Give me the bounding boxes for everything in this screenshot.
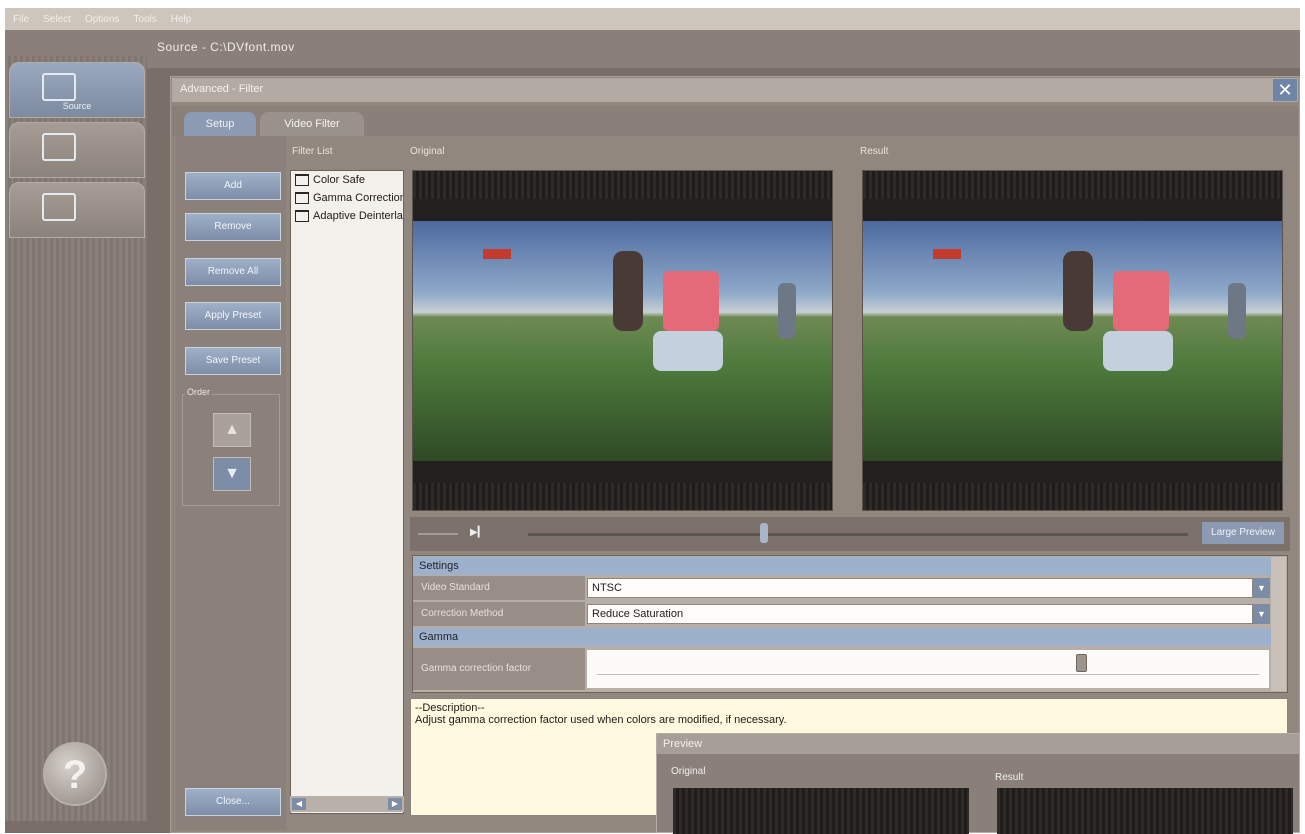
float-original-preview xyxy=(673,788,969,834)
result-label: Result xyxy=(860,146,889,157)
filter-gamma-correction: Gamma Correction xyxy=(313,192,403,204)
add-button[interactable]: Add xyxy=(185,172,281,200)
filter-buttons-panel: Add Remove Remove All Apply Preset Save … xyxy=(176,136,286,830)
close-icon: ✕ xyxy=(1277,80,1293,100)
help-button[interactable]: ? xyxy=(43,742,107,806)
large-preview-button[interactable]: Large Preview xyxy=(1202,522,1284,544)
correction-method-row: Correction Method Reduce Saturation ▼ xyxy=(413,602,1271,626)
source-icon xyxy=(42,73,76,101)
nav-output-button[interactable] xyxy=(9,182,145,238)
menu-select[interactable]: Select xyxy=(43,14,71,25)
settings-header: Settings xyxy=(413,557,1271,575)
film-strip-top xyxy=(413,171,832,199)
list-item[interactable]: Gamma Correction xyxy=(291,189,403,207)
gamma-slider[interactable] xyxy=(587,650,1269,688)
folder-icon xyxy=(295,192,309,204)
description-label: --Description-- xyxy=(415,702,485,714)
window-titlebar: Source - C:\DVfont.mov xyxy=(5,30,1300,68)
menu-tools[interactable]: Tools xyxy=(133,14,156,25)
chevron-down-icon[interactable]: ▼ xyxy=(1253,604,1270,624)
float-original-label: Original xyxy=(671,766,706,777)
list-item[interactable]: Adaptive Deinterlace xyxy=(291,207,403,225)
dialog-titlebar: Advanced - Filter xyxy=(172,78,1298,102)
original-preview xyxy=(412,170,833,511)
move-down-button[interactable]: ▼ xyxy=(213,457,251,491)
dialog-title: Advanced - Filter xyxy=(180,83,264,95)
folder-icon xyxy=(295,210,309,222)
description-text: Adjust gamma correction factor used when… xyxy=(415,714,787,726)
gamma-label: Gamma correction factor xyxy=(413,648,585,690)
play-icon[interactable]: ▶▎ xyxy=(470,527,485,538)
filter-list-scrollbar[interactable]: ◀ ▶ xyxy=(290,796,404,812)
move-up-button[interactable]: ▲ xyxy=(213,413,251,447)
result-frame-image xyxy=(863,221,1282,461)
video-standard-label: Video Standard xyxy=(413,576,585,600)
gamma-row: Gamma correction factor xyxy=(413,648,1271,690)
correction-method-select[interactable]: Reduce Saturation xyxy=(587,604,1253,624)
video-standard-select[interactable]: NTSC xyxy=(587,578,1253,598)
filter-list-label: Filter List xyxy=(292,146,333,157)
filter-color-safe: Color Safe xyxy=(313,174,365,186)
menu-file[interactable]: File xyxy=(13,14,29,25)
settings-scrollbar[interactable] xyxy=(1271,557,1286,691)
preview-window: Preview Original Result xyxy=(656,733,1300,834)
dialog-close-button[interactable]: ✕ xyxy=(1273,79,1297,101)
order-group: Order ▲ ▼ xyxy=(182,387,280,506)
folder-icon xyxy=(295,174,309,186)
filter-adaptive-deinterlace: Adaptive Deinterlace xyxy=(313,210,403,222)
film-strip-bottom xyxy=(413,483,832,510)
tab-video-filter[interactable]: Video Filter xyxy=(260,112,364,136)
gamma-slider-thumb[interactable] xyxy=(1076,654,1088,672)
float-result-preview xyxy=(997,788,1293,834)
close-dialog-button[interactable]: Close... xyxy=(185,788,281,816)
help-icon: ? xyxy=(62,753,88,797)
arrow-up-icon: ▲ xyxy=(224,421,240,438)
left-sidebar: Source ? xyxy=(5,56,147,821)
order-label: Order xyxy=(185,387,213,397)
tab-strip: Setup Video Filter xyxy=(172,106,1298,136)
remove-all-button[interactable]: Remove All xyxy=(185,258,281,286)
settings-panel: Settings Video Standard NTSC ▼ Correctio… xyxy=(412,555,1288,693)
rewind-icon[interactable] xyxy=(418,533,458,535)
remove-button[interactable]: Remove xyxy=(185,213,281,241)
video-standard-row: Video Standard NTSC ▼ xyxy=(413,576,1271,600)
scroll-right-icon[interactable]: ▶ xyxy=(388,798,402,810)
timeline-track[interactable] xyxy=(528,533,1188,536)
scroll-left-icon[interactable]: ◀ xyxy=(292,798,306,810)
menu-help[interactable]: Help xyxy=(171,14,192,25)
chevron-down-icon[interactable]: ▼ xyxy=(1253,578,1270,598)
nav-source-label: Source xyxy=(62,101,92,111)
apply-preset-button[interactable]: Apply Preset xyxy=(185,302,281,330)
original-label: Original xyxy=(410,146,445,157)
filter-list[interactable]: Color Safe Gamma Correction Adaptive Dei… xyxy=(290,170,404,814)
timeline-thumb[interactable] xyxy=(760,523,768,543)
float-result-label: Result xyxy=(995,772,1024,783)
original-frame-image xyxy=(413,221,832,461)
correction-method-label: Correction Method xyxy=(413,602,585,626)
preview-window-title: Preview xyxy=(657,734,1299,754)
menu-options[interactable]: Options xyxy=(85,14,119,25)
edit-icon xyxy=(42,133,76,161)
gamma-header: Gamma xyxy=(413,628,1271,646)
result-preview xyxy=(862,170,1283,511)
output-icon xyxy=(42,193,76,221)
window-title: Source - C:\DVfont.mov xyxy=(157,40,295,54)
gamma-slider-track xyxy=(597,674,1259,675)
menu-bar: File Select Options Tools Help xyxy=(5,8,1300,30)
nav-edit-button[interactable] xyxy=(9,122,145,178)
arrow-down-icon: ▼ xyxy=(224,465,240,482)
tab-setup[interactable]: Setup xyxy=(184,112,256,136)
save-preset-button[interactable]: Save Preset xyxy=(185,347,281,375)
film-strip-bottom xyxy=(863,483,1282,510)
playback-bar: ▶▎ Large Preview xyxy=(410,517,1290,551)
list-item[interactable]: Color Safe xyxy=(291,171,403,189)
film-strip-top xyxy=(863,171,1282,199)
nav-source-button[interactable]: Source xyxy=(9,62,145,118)
